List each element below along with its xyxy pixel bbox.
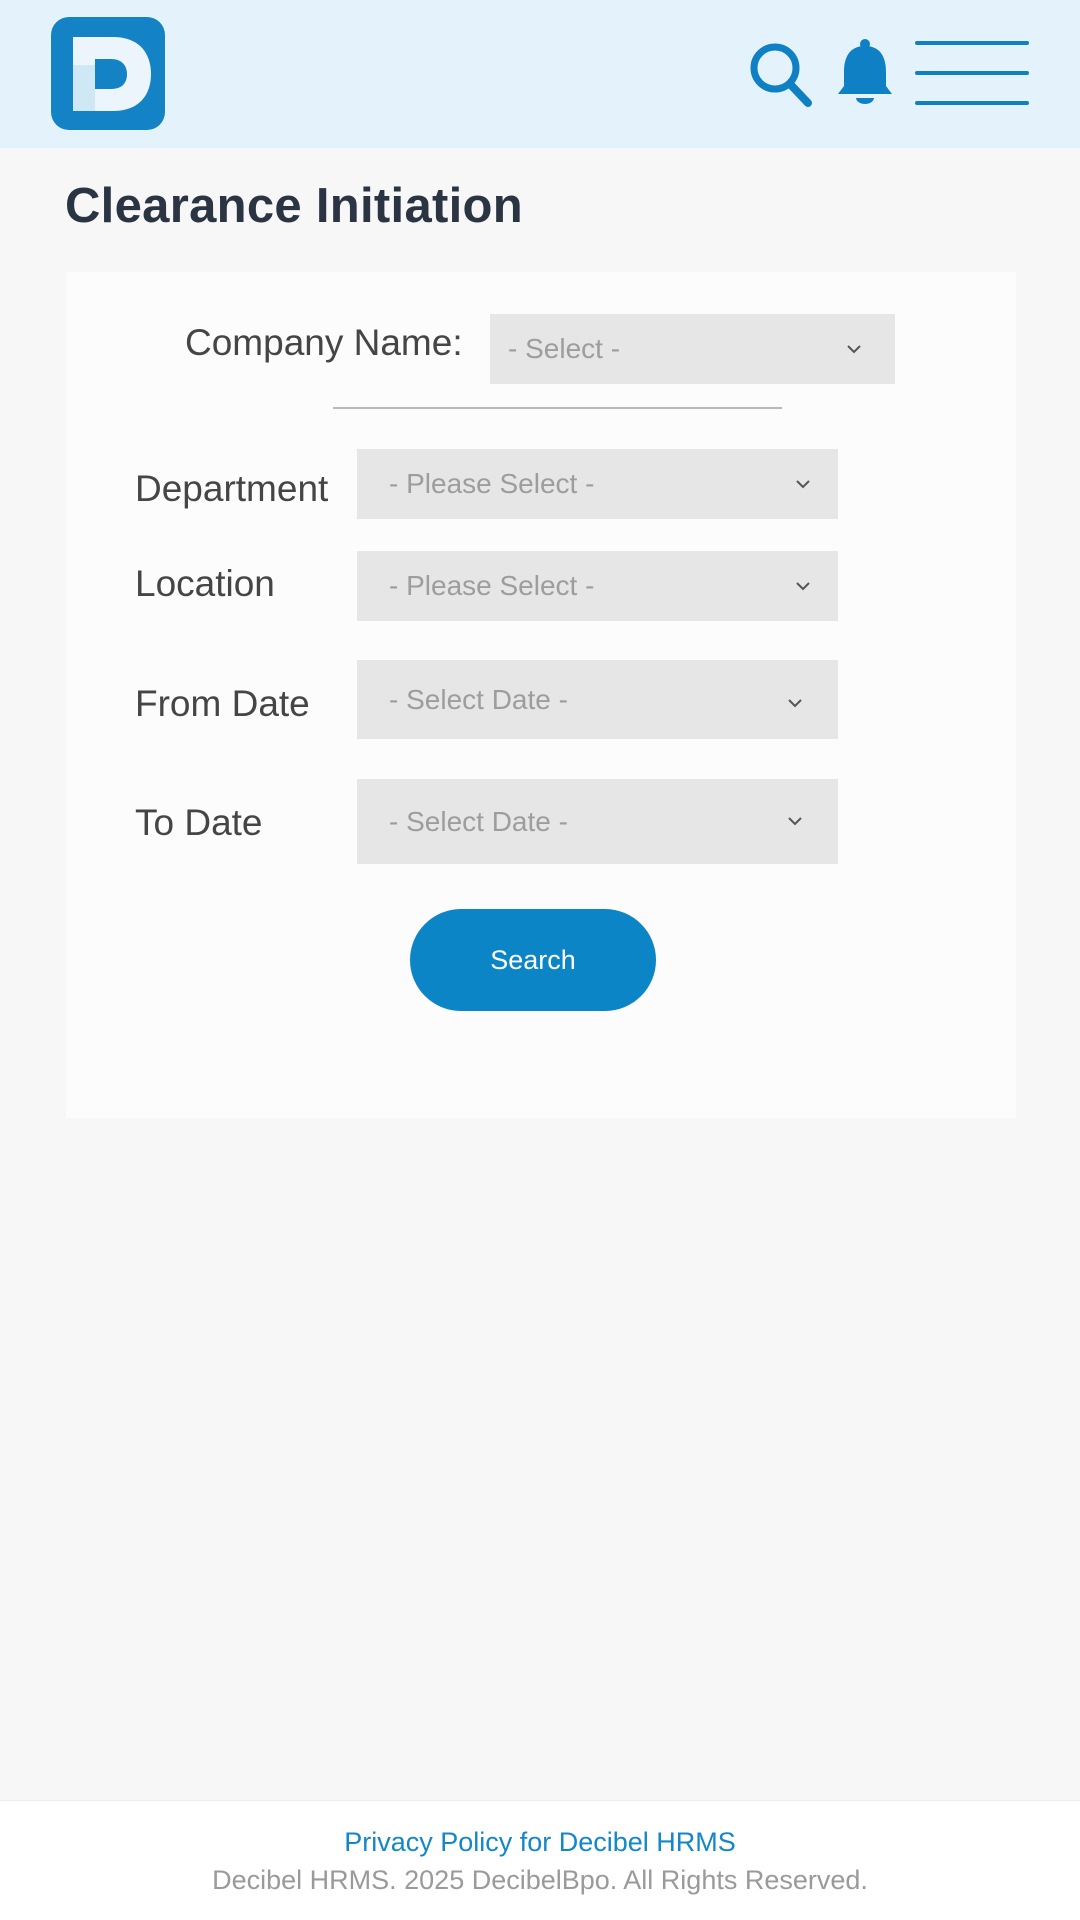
chevron-down-icon xyxy=(796,480,810,489)
copyright-text: Decibel HRMS. 2025 DecibelBpo. All Right… xyxy=(212,1865,868,1895)
chevron-down-icon xyxy=(788,817,802,826)
logo-d-icon xyxy=(73,37,151,111)
company-name-label: Company Name: xyxy=(185,322,463,363)
department-placeholder: - Please Select - xyxy=(389,468,595,499)
from-date-label: From Date xyxy=(135,683,310,724)
chevron-down-icon xyxy=(847,345,861,354)
menu-icon[interactable] xyxy=(915,38,1029,108)
to-date-select[interactable]: - Select Date - xyxy=(357,779,838,864)
department-label: Department xyxy=(135,468,329,509)
search-button[interactable]: Search xyxy=(410,909,656,1011)
to-date-label: To Date xyxy=(135,802,263,843)
chevron-down-icon xyxy=(796,582,810,591)
location-select[interactable]: - Please Select - xyxy=(357,551,838,621)
page-title: Clearance Initiation xyxy=(65,179,524,233)
chevron-down-icon xyxy=(788,699,802,708)
to-date-placeholder: - Select Date - xyxy=(389,805,568,837)
company-name-placeholder: - Select - xyxy=(508,333,621,364)
from-date-placeholder: - Select Date - xyxy=(389,683,568,715)
from-date-select[interactable]: - Select Date - xyxy=(357,660,838,739)
location-label: Location xyxy=(135,563,275,604)
privacy-policy-link[interactable]: Privacy Policy for Decibel HRMS xyxy=(0,1827,1080,1858)
location-placeholder: - Please Select - xyxy=(389,570,595,601)
app-logo[interactable] xyxy=(51,17,165,130)
app-header xyxy=(0,0,1080,148)
department-select[interactable]: - Please Select - xyxy=(357,449,838,519)
company-name-select[interactable]: - Select - xyxy=(490,314,895,384)
search-icon[interactable] xyxy=(745,40,817,112)
page-footer: Privacy Policy for Decibel HRMS Decibel … xyxy=(0,1800,1080,1920)
company-divider xyxy=(333,407,782,409)
bell-icon[interactable] xyxy=(835,38,895,110)
